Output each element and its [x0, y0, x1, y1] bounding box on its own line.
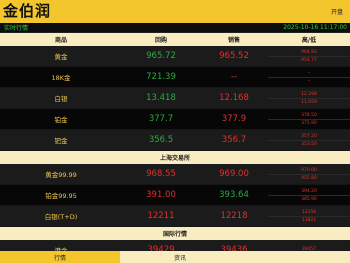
buyback-price: 968.55 — [146, 169, 176, 179]
product-name: 铂金99.95 — [45, 192, 77, 200]
high-low: 12.298 11.659 — [268, 88, 350, 108]
high-price: 394.20 — [268, 188, 350, 196]
app-header: 金伯润 开盘 — [0, 0, 350, 23]
product-name: 白银 — [54, 95, 68, 103]
update-time: 2025-10-16 11:17:00 — [283, 24, 347, 31]
product-name: 铂金 — [54, 116, 68, 124]
quote-row[interactable]: 铂金 377.7 377.9 378.50 375.90 — [0, 109, 350, 130]
buyback-price: 13.418 — [146, 93, 176, 103]
buyback-price: 356.5 — [148, 135, 174, 145]
bottom-tab-bar: 行情 资讯 — [0, 251, 350, 263]
low-price: 955.80 — [301, 175, 317, 181]
high-low: 394.20 385.90 — [268, 185, 350, 205]
sale-price: 356.7 — [221, 135, 247, 145]
product-name: 钯金 — [54, 137, 68, 145]
product-name: 黄金99.99 — [45, 171, 77, 179]
market-status: 开盘 — [330, 9, 343, 16]
low-price: 375.90 — [301, 120, 317, 126]
high-price: 12356 — [268, 209, 350, 217]
col-high-low: 高/低 — [301, 37, 317, 44]
high-low: 964.93 954.77 — [268, 46, 350, 66]
quote-row[interactable]: 18K金 721.39 -- -- -- — [0, 67, 350, 88]
col-name: 商品 — [54, 37, 67, 44]
tab-bar-filler — [240, 251, 350, 263]
sub-bar: 实时行情 2025-10-16 11:17:00 — [0, 23, 350, 33]
section-international: 国际行情 — [0, 227, 350, 240]
sale-price: 12218 — [220, 211, 248, 221]
low-price: -- — [307, 78, 311, 84]
quote-row[interactable]: 黄金 965.72 965.52 964.93 954.77 — [0, 46, 350, 67]
brand-logo: 金伯润 — [3, 2, 52, 20]
section-shanghai: 上海交易所 — [0, 151, 350, 164]
buyback-price: 377.7 — [148, 114, 174, 124]
live-quotes-label: 实时行情 — [4, 25, 29, 32]
tab-live-label: 行情 — [53, 254, 66, 262]
high-low: 357.20 353.50 — [268, 130, 350, 150]
product-name: 白银(T+D) — [44, 213, 78, 221]
low-price: 11.659 — [301, 99, 317, 105]
sale-price: 12.168 — [219, 93, 249, 103]
low-price: 954.77 — [301, 57, 317, 63]
buyback-price: 391.00 — [146, 190, 176, 200]
col-sell: 销售 — [227, 37, 240, 44]
sale-price: -- — [230, 72, 238, 82]
quote-list-shanghai: 黄金99.99 968.55 969.00 970.00 955.80 铂金99.95 39… — [0, 164, 350, 227]
quote-row[interactable]: 白银(T+D) 12211 12218 12356 11821 — [0, 206, 350, 227]
quote-row[interactable]: 黄金99.99 968.55 969.00 970.00 955.80 — [0, 164, 350, 185]
low-price: 11821 — [301, 217, 317, 223]
low-price: 353.50 — [301, 141, 317, 147]
high-price: 12.298 — [268, 91, 350, 99]
high-price: -- — [268, 70, 350, 78]
column-header: 商品 回购 销售 高/低 — [0, 33, 350, 46]
col-buy: 回购 — [154, 37, 167, 44]
high-price: 357.20 — [268, 133, 350, 141]
tab-news[interactable]: 资讯 — [120, 251, 240, 263]
buyback-price: 12211 — [147, 211, 175, 221]
high-price: 378.50 — [268, 112, 350, 120]
sale-price: 965.52 — [219, 51, 249, 61]
quote-list-main: 黄金 965.72 965.52 964.93 954.77 18K金 721.39 -- --… — [0, 46, 350, 151]
high-price: 964.93 — [268, 49, 350, 57]
tab-live-quotes[interactable]: 行情 — [0, 251, 120, 263]
sale-price: 393.64 — [219, 190, 249, 200]
product-name: 18K金 — [51, 74, 71, 82]
high-price: 970.00 — [268, 167, 350, 175]
product-name: 黄金 — [54, 53, 68, 61]
high-low: 378.50 375.90 — [268, 109, 350, 129]
high-low: 970.00 955.80 — [268, 164, 350, 184]
quote-row[interactable]: 铂金99.95 391.00 393.64 394.20 385.90 — [0, 185, 350, 206]
high-low: 12356 11821 — [268, 206, 350, 226]
sale-price: 377.9 — [221, 114, 247, 124]
high-low: -- -- — [268, 67, 350, 87]
sale-price: 969.00 — [219, 169, 249, 179]
buyback-price: 721.39 — [146, 72, 176, 82]
quote-row[interactable]: 钯金 356.5 356.7 357.20 353.50 — [0, 130, 350, 151]
quote-row[interactable]: 白银 13.418 12.168 12.298 11.659 — [0, 88, 350, 109]
buyback-price: 965.72 — [146, 51, 176, 61]
tab-news-label: 资讯 — [173, 254, 186, 262]
low-price: 385.90 — [301, 196, 317, 202]
